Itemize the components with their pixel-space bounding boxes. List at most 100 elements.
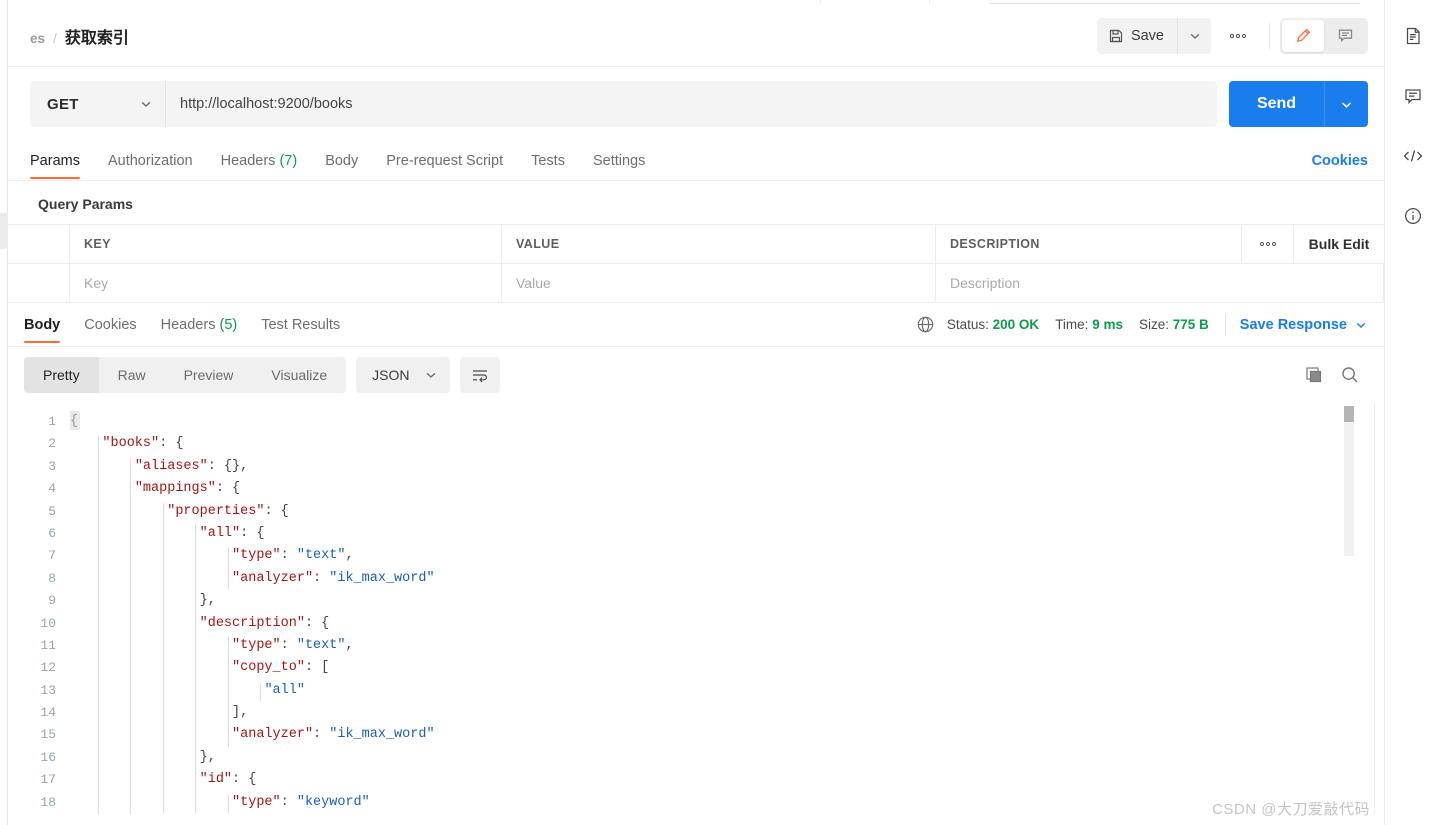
response-tab-test-results[interactable]: Test Results xyxy=(261,306,340,344)
code-token: : { xyxy=(240,525,265,541)
request-tab-tests[interactable]: Tests xyxy=(531,142,565,180)
code-line: "books": { xyxy=(70,433,1384,455)
request-tab-params[interactable]: Params xyxy=(30,142,80,180)
code-token: "type" xyxy=(232,637,281,653)
time-info: Time: 9 ms xyxy=(1055,317,1123,332)
code-lines[interactable]: { "books": { "aliases": {}, "mappings": … xyxy=(70,411,1384,815)
request-tab-pre-request-script[interactable]: Pre-request Script xyxy=(386,142,503,180)
response-meta: Status: 200 OK Time: 9 ms Size: 775 B Sa… xyxy=(916,313,1368,336)
request-tab-headers[interactable]: Headers (7) xyxy=(221,142,298,180)
response-tab-cookies[interactable]: Cookies xyxy=(84,306,136,344)
more-options-button[interactable] xyxy=(1217,18,1259,54)
tab-strip-fragment-left xyxy=(820,0,930,4)
code-line: "properties": { xyxy=(70,501,1384,523)
code-line: "type": "text", xyxy=(70,545,1384,567)
table-header-row: KEY VALUE DESCRIPTION Bulk Edit xyxy=(8,225,1384,264)
query-params-title: Query Params xyxy=(38,196,133,212)
value-placeholder: Value xyxy=(516,275,551,291)
response-actions xyxy=(1304,365,1368,385)
code-token: : {}, xyxy=(207,458,249,474)
bulk-edit-button[interactable]: Bulk Edit xyxy=(1294,225,1384,263)
line-number: 18 xyxy=(40,794,56,810)
send-dropdown-button[interactable] xyxy=(1324,81,1368,127)
response-tab-headers[interactable]: Headers (5) xyxy=(161,306,238,344)
word-wrap-icon xyxy=(471,367,489,383)
key-input[interactable]: Key xyxy=(70,264,502,302)
save-response-button[interactable]: Save Response xyxy=(1240,317,1368,333)
breadcrumb-separator: / xyxy=(53,29,57,46)
pencil-icon xyxy=(1295,27,1312,44)
request-tab-authorization[interactable]: Authorization xyxy=(108,142,193,180)
code-line: ], xyxy=(70,702,1384,724)
code-token: , xyxy=(345,548,354,564)
collapsed-sidebar-edge[interactable] xyxy=(0,0,8,825)
code-token: : { xyxy=(232,772,257,788)
value-input[interactable]: Value xyxy=(502,264,936,302)
code-token: "analyzer" xyxy=(232,570,314,586)
search-icon[interactable] xyxy=(1340,365,1360,385)
code-scrollbar[interactable] xyxy=(1344,406,1354,556)
code-token: "type" xyxy=(232,794,281,810)
select-all-cell[interactable] xyxy=(8,225,70,263)
view-mode-visualize[interactable]: Visualize xyxy=(252,357,346,393)
line-number: 2 xyxy=(48,436,56,452)
sidebar-edge-handle[interactable] xyxy=(0,213,8,249)
globe-icon[interactable] xyxy=(916,315,935,334)
code-token: "text" xyxy=(296,637,346,653)
meta-divider xyxy=(1224,313,1226,336)
code-token: }, xyxy=(199,593,216,609)
save-dropdown-button[interactable] xyxy=(1177,17,1211,54)
code-icon[interactable] xyxy=(1395,138,1431,174)
code-line: "aliases": {}, xyxy=(70,456,1384,478)
params-more-button[interactable] xyxy=(1242,225,1294,263)
response-tab-body[interactable]: Body xyxy=(24,306,61,344)
code-line: "type": "text", xyxy=(70,635,1384,657)
response-tabs-bar: Body Cookies Headers (5) Test Results St… xyxy=(8,303,1384,347)
line-number: 10 xyxy=(40,615,56,631)
postman-app: es / 获取索引 Save GET http://localhost:9200… xyxy=(0,0,1440,825)
main-panel: es / 获取索引 Save GET http://localhost:9200… xyxy=(8,0,1384,825)
code-scrollbar-thumb[interactable] xyxy=(1344,406,1354,422)
code-token: , xyxy=(345,637,354,653)
save-button[interactable]: Save xyxy=(1096,17,1177,54)
tab-label: Headers xyxy=(220,152,276,169)
request-tab-settings[interactable]: Settings xyxy=(593,142,645,180)
language-value: JSON xyxy=(372,367,410,383)
comment-mode-button[interactable] xyxy=(1324,20,1366,52)
url-bar: GET http://localhost:9200/books Send xyxy=(8,67,1384,141)
tab-strip xyxy=(8,0,1384,5)
code-line: }, xyxy=(70,590,1384,612)
url-input[interactable]: http://localhost:9200/books xyxy=(166,81,1217,127)
info-icon[interactable] xyxy=(1395,198,1431,234)
code-token: : xyxy=(280,548,297,564)
line-number: 6 xyxy=(48,525,56,541)
copy-icon[interactable] xyxy=(1304,365,1324,385)
code-token: }, xyxy=(199,749,216,765)
size-value: 775 B xyxy=(1172,317,1209,332)
description-input[interactable]: Description xyxy=(936,264,1384,302)
documentation-icon[interactable] xyxy=(1395,18,1431,54)
chevron-down-icon xyxy=(1188,29,1202,43)
view-mode-pretty[interactable]: Pretty xyxy=(24,357,99,393)
breadcrumb-parent[interactable]: es xyxy=(30,31,45,46)
tab-label: Pre-request Script xyxy=(386,152,504,169)
edit-mode-button[interactable] xyxy=(1282,19,1324,52)
view-mode-raw[interactable]: Raw xyxy=(99,357,165,393)
response-language-select[interactable]: JSON xyxy=(356,357,450,393)
comment-icon[interactable] xyxy=(1395,78,1431,114)
line-number: 17 xyxy=(40,772,56,788)
response-body-viewer[interactable]: 123456789101112131415161718 { "books": {… xyxy=(8,403,1384,815)
code-token: : { xyxy=(159,436,184,452)
breadcrumb-current[interactable]: 获取索引 xyxy=(65,24,129,48)
word-wrap-button[interactable] xyxy=(459,357,500,393)
code-token: "analyzer" xyxy=(232,727,314,743)
send-button[interactable]: Send xyxy=(1229,81,1324,127)
view-mode-preview[interactable]: Preview xyxy=(165,357,253,393)
code-token: : { xyxy=(215,481,241,497)
cookies-link[interactable]: Cookies xyxy=(1312,141,1368,180)
status-value: 200 OK xyxy=(992,317,1040,332)
request-tab-body[interactable]: Body xyxy=(325,142,358,180)
right-rail xyxy=(1384,0,1440,825)
http-method-select[interactable]: GET xyxy=(30,81,166,127)
row-checkbox-cell[interactable] xyxy=(8,264,70,302)
